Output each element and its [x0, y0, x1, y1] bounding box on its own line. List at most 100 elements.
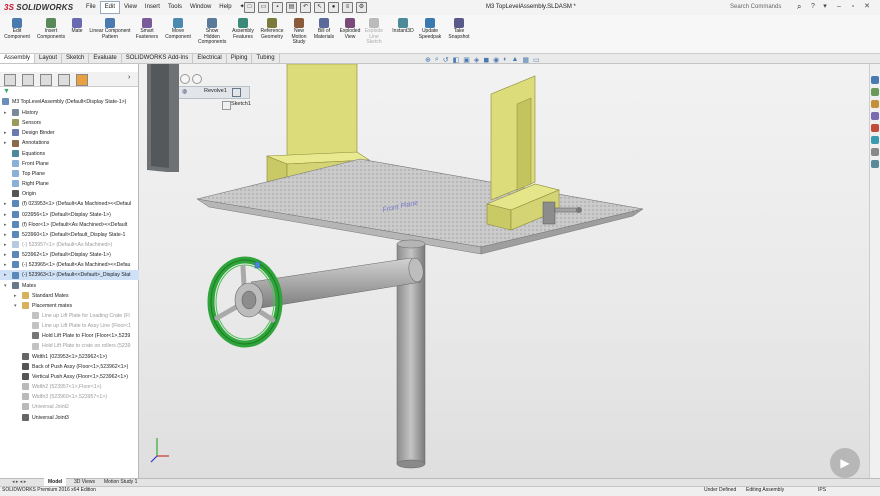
- expand-arrow-icon[interactable]: ▸: [4, 250, 12, 260]
- cmd-instant3d-button[interactable]: Instant3D: [392, 18, 414, 52]
- units-selector[interactable]: IPS: [818, 486, 826, 495]
- expand-arrow-icon[interactable]: ▸: [14, 291, 22, 301]
- tab-electrical[interactable]: Electrical: [193, 54, 227, 63]
- menu-help[interactable]: Help: [215, 0, 235, 15]
- menu-edit[interactable]: Edit: [99, 1, 121, 14]
- file-properties-icon[interactable]: ≡: [342, 2, 353, 13]
- cmd-show-hidden-button[interactable]: Show Hidden Components: [198, 18, 226, 52]
- tree-item[interactable]: ▸ Annotations: [0, 138, 142, 148]
- cmd-reference-geometry-button[interactable]: Reference Geometry: [258, 18, 286, 52]
- open-document-icon[interactable]: ▭: [258, 2, 269, 13]
- tree-item[interactable]: Back of Push Assy (Floor<1>,523962<1>): [0, 362, 152, 372]
- file-explorer-icon[interactable]: [871, 100, 879, 108]
- tab-3d-views[interactable]: 3D Views: [70, 478, 99, 486]
- cmd-mate-button[interactable]: Mate: [70, 18, 84, 52]
- cmd-linear-pattern-button[interactable]: Linear Component Pattern: [88, 18, 132, 52]
- options-icon[interactable]: ⚙: [356, 2, 367, 13]
- tree-item[interactable]: Sensors: [0, 118, 142, 128]
- tab-tubing[interactable]: Tubing: [252, 54, 280, 63]
- tree-item[interactable]: Hold Lift Plate to Floor (Floor<1>,5239: [0, 331, 162, 341]
- expand-arrow-icon[interactable]: ▸: [4, 128, 12, 138]
- tab-model[interactable]: Model: [44, 478, 67, 486]
- expand-arrow-icon[interactable]: ▸: [4, 270, 12, 280]
- cmd-smart-fasteners-button[interactable]: Smart Fasteners: [135, 18, 159, 52]
- tree-item[interactable]: ▸ (-) 523963<1> (Default<<Default>_Displa…: [0, 270, 142, 281]
- custom-properties-icon[interactable]: [871, 136, 879, 144]
- minimize-icon[interactable]: –: [834, 2, 844, 12]
- tab-layout[interactable]: Layout: [35, 54, 63, 63]
- cmd-assembly-features-button[interactable]: Assembly Features: [231, 18, 255, 52]
- cmd-bom-button[interactable]: Bill of Materials: [313, 18, 335, 52]
- print-icon[interactable]: ▤: [286, 2, 297, 13]
- tree-item[interactable]: ▸ 023956<1> (Default<Display State-1>): [0, 210, 142, 220]
- cmd-snapshot-button[interactable]: Take Snapshot: [448, 18, 470, 52]
- expand-arrow-icon[interactable]: ▸: [4, 108, 12, 118]
- appearances-icon[interactable]: [871, 124, 879, 132]
- collapse-arrow-icon[interactable]: ▾: [4, 281, 12, 291]
- feature-manager-tab-icon[interactable]: [4, 74, 16, 86]
- menu-window[interactable]: Window: [186, 0, 215, 15]
- tree-item[interactable]: ▸ 523960<1> (Default<Default_Display Stat…: [0, 230, 142, 240]
- close-icon[interactable]: ✕: [862, 2, 872, 12]
- cmd-edit-component-button[interactable]: Edit Component: [4, 18, 30, 52]
- save-icon[interactable]: ▪: [272, 2, 283, 13]
- scroll-arrows[interactable]: ◂ ▸ ◂ ▸: [8, 478, 30, 486]
- cmd-exploded-view-button[interactable]: Exploded View: [339, 18, 361, 52]
- tab-sketch[interactable]: Sketch: [62, 54, 90, 63]
- tree-item[interactable]: Right Plane: [0, 179, 142, 189]
- solidworks-resources-icon[interactable]: [871, 76, 879, 84]
- menu-insert[interactable]: Insert: [141, 0, 164, 15]
- cmd-insert-components-button[interactable]: Insert Components: [36, 18, 66, 52]
- design-library-icon[interactable]: [871, 88, 879, 96]
- configuration-manager-tab-icon[interactable]: [40, 74, 52, 86]
- collapse-arrow-icon[interactable]: ▾: [14, 301, 22, 311]
- play-icon[interactable]: ▶: [830, 448, 860, 478]
- tree-item[interactable]: Width2 (523957<1>,Floor<1>): [0, 382, 152, 392]
- tree-item[interactable]: ▸ (f) 023953<1> (Default<As Machined><<De…: [0, 199, 142, 209]
- dimxpert-tab-icon[interactable]: [58, 74, 70, 86]
- maximize-icon[interactable]: ▫: [848, 2, 858, 12]
- cmd-speedpak-button[interactable]: Update Speedpak: [418, 18, 442, 52]
- tree-item[interactable]: Front Plane: [0, 159, 142, 169]
- tree-item[interactable]: Vertical Push Assy (Floor<1>,523962<1>): [0, 372, 152, 382]
- tree-item[interactable]: Universal Joint3: [0, 413, 152, 423]
- chevron-right-icon[interactable]: ›: [128, 74, 130, 81]
- tree-item[interactable]: ▾ Placement mates: [0, 301, 152, 311]
- tree-item[interactable]: Line up Lift Plate for Loading Crate (Fl: [0, 311, 162, 321]
- expand-arrow-icon[interactable]: ▸: [4, 260, 12, 270]
- expand-arrow-icon[interactable]: ▸: [4, 220, 12, 230]
- tree-item[interactable]: Width1 (023953<1>,523962<1>): [0, 352, 152, 362]
- tab-assembly[interactable]: Assembly: [0, 54, 36, 63]
- menu-tools[interactable]: Tools: [164, 0, 186, 15]
- tree-item[interactable]: ▸ (-) 523957<1> (Default<As Machined>): [0, 240, 142, 250]
- expand-arrow-icon[interactable]: ▸: [4, 138, 12, 148]
- tree-item[interactable]: Universal Joint2: [0, 402, 152, 412]
- tree-item[interactable]: ▸ Design Binder: [0, 128, 142, 138]
- menu-view[interactable]: View: [120, 0, 141, 15]
- expand-arrow-icon[interactable]: ▸: [4, 210, 12, 220]
- cmd-move-component-button[interactable]: Move Component: [165, 18, 191, 52]
- tree-root[interactable]: M3 TopLevelAssembly (Default<Display Sta…: [2, 97, 140, 107]
- options-dropdown-icon[interactable]: ▾: [820, 2, 830, 12]
- tree-item[interactable]: ▸ Standard Mates: [0, 291, 152, 301]
- pack-and-go-icon[interactable]: [871, 160, 879, 168]
- expand-arrow-icon[interactable]: ▸: [4, 240, 12, 250]
- tree-item[interactable]: ▸ 523962<1> (Default<Display State-1>): [0, 250, 142, 260]
- search-icon[interactable]: ⌕: [797, 2, 801, 12]
- search-commands-input[interactable]: Search Commands: [730, 2, 800, 12]
- tree-item[interactable]: Origin: [0, 189, 142, 199]
- select-icon[interactable]: ↖: [314, 2, 325, 13]
- undo-icon[interactable]: ↶: [300, 2, 311, 13]
- display-manager-tab-icon[interactable]: [76, 74, 88, 86]
- solidworks-logo[interactable]: 3S SOLIDWORKS: [4, 1, 73, 14]
- tree-item[interactable]: ▸ History: [0, 108, 142, 118]
- cmd-motion-study-button[interactable]: New Motion Study: [289, 18, 309, 52]
- tab-piping[interactable]: Piping: [227, 54, 253, 63]
- filter-icon[interactable]: ▼: [3, 88, 10, 95]
- tab-evaluate[interactable]: Evaluate: [89, 54, 122, 63]
- tree-item[interactable]: ▸ (-) 523965<1> (Default<As Machined><<De…: [0, 260, 142, 270]
- tree-item[interactable]: ▾ Mates: [0, 281, 142, 291]
- forum-icon[interactable]: [871, 148, 879, 156]
- help-icon[interactable]: ?: [808, 2, 818, 12]
- model-3d[interactable]: Front Plane: [139, 64, 869, 482]
